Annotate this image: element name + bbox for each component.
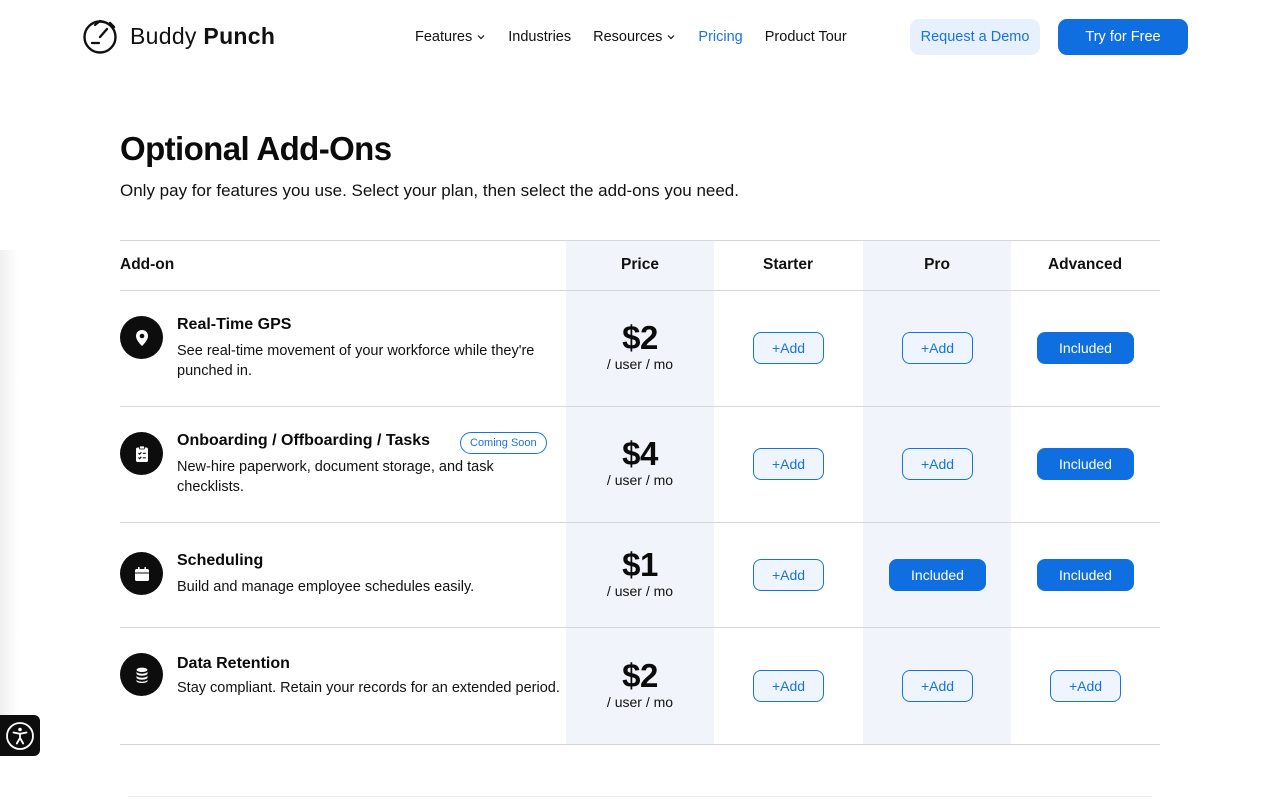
nav-resources-label: Resources [593,29,663,45]
price-unit: / user / mo [606,472,674,488]
nav-industries[interactable]: Industries [508,29,571,45]
calendar-icon [120,552,163,595]
price-unit: / user / mo [606,694,674,710]
price-unit: / user / mo [606,356,674,372]
price-amount: $4 [622,435,658,472]
nav-product-tour-label: Product Tour [764,29,847,45]
row-title: Onboarding / Offboarding / Tasks [177,432,431,449]
left-edge-shadow [0,250,18,750]
starter-add-button[interactable]: +Add [753,559,824,591]
nav-industries-label: Industries [508,29,572,45]
price-cell: $1 / user / mo [566,548,714,600]
nav-product-tour[interactable]: Product Tour [765,29,847,45]
site-header: Buddy Punch Features Industries Resource… [0,0,1280,74]
row-description: Stay compliant. Retain your records for … [177,680,560,696]
advanced-add-button[interactable]: +Add [1050,670,1121,702]
nav-pricing-label: Pricing [698,29,743,45]
accessibility-button[interactable] [0,715,40,756]
pro-add-button[interactable]: +Add [902,332,973,364]
section-bottom-divider [128,796,1152,797]
pro-add-button[interactable]: +Add [902,670,973,702]
map-pin-icon [120,316,163,359]
logo-wordmark: Buddy Punch [130,23,275,50]
pro-included-button[interactable]: Included [889,559,986,591]
price-cell: $2 / user / mo [566,321,714,373]
row-title: Scheduling [177,552,264,569]
accessibility-icon [6,721,34,750]
row-title: Real-Time GPS [177,316,292,333]
main-nav: Features Industries Resources Pricing Pr… [415,26,869,48]
starter-add-button[interactable]: +Add [753,670,824,702]
buddy-punch-logo[interactable]: Buddy Punch [82,16,275,56]
row-description: New-hire paperwork, document storage, an… [177,459,494,495]
table-divider [120,240,1160,241]
nav-resources[interactable]: Resources [593,29,676,45]
table-divider [120,744,1160,745]
stopwatch-logo-icon [83,19,117,54]
header-advanced: Advanced [1047,256,1123,273]
logo-word-punch: Punch [203,22,276,49]
header-starter: Starter [763,256,813,273]
row-description: Build and manage employee schedules easi… [177,579,475,595]
price-amount: $2 [622,319,658,356]
starter-add-button[interactable]: +Add [753,332,824,364]
price-amount: $2 [622,657,658,694]
logo-word-buddy: Buddy [130,22,197,49]
row-title: Data Retention [177,655,290,672]
price-unit: / user / mo [606,583,674,599]
nav-pricing[interactable]: Pricing [698,29,742,45]
header-addon: Add-on [120,256,175,273]
row-description: See real-time movement of your workforce… [177,343,535,379]
price-cell: $2 / user / mo [566,659,714,711]
advanced-included-button[interactable]: Included [1037,332,1134,364]
price-amount: $1 [622,546,658,583]
header-price: Price [621,256,659,273]
chevron-down-icon [667,35,675,40]
try-for-free-button[interactable]: Try for Free [1058,19,1188,55]
price-cell: $4 / user / mo [566,437,714,489]
table-row-gps: Real-Time GPS See real-time movement of … [120,290,1160,406]
table-row-data-retention-content: Data Retention Stay compliant. Retain yo… [120,627,1160,744]
clipboard-checklist-icon [120,432,163,475]
table-row-scheduling: Scheduling Build and manage employee sch… [120,522,1160,627]
pro-add-button[interactable]: +Add [902,448,973,480]
coming-soon-badge: Coming Soon [460,432,547,454]
request-demo-button[interactable]: Request a Demo [910,19,1040,55]
advanced-included-button[interactable]: Included [1037,448,1134,480]
table-row-onboarding: Onboarding / Offboarding / Tasks Coming … [120,406,1160,522]
starter-add-button[interactable]: +Add [753,448,824,480]
nav-features[interactable]: Features [415,29,486,45]
section-subtitle: Only pay for features you use. Select yo… [120,181,739,200]
header-pro: Pro [924,256,950,273]
nav-features-label: Features [415,29,473,45]
section-title: Optional Add-Ons [120,130,392,167]
chevron-down-icon [477,35,485,40]
advanced-included-button[interactable]: Included [1037,559,1134,591]
